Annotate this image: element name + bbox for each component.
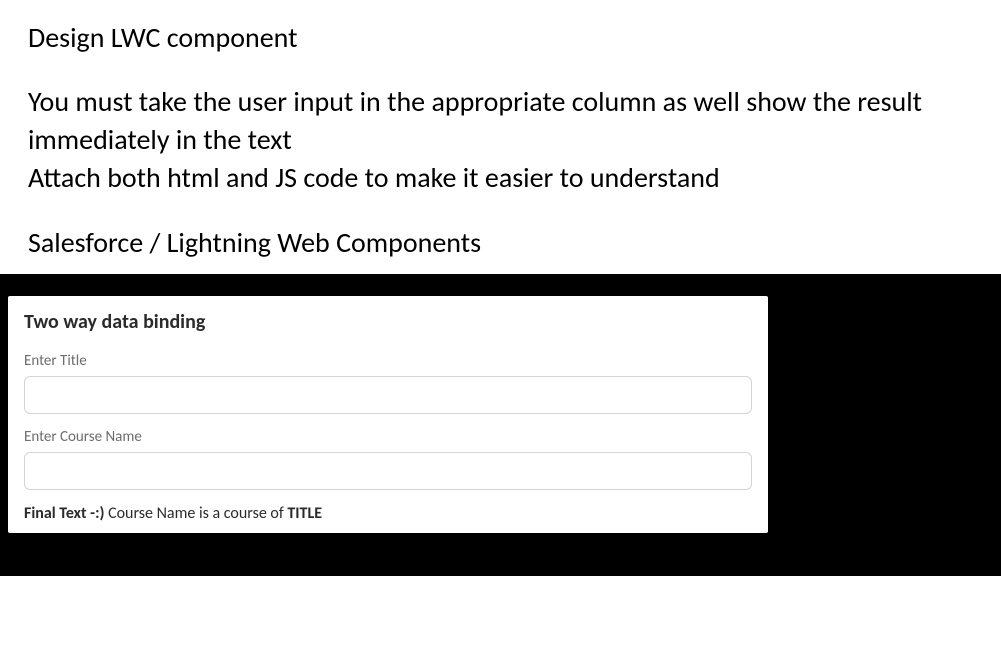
final-text-mid: Course Name is a course of — [104, 504, 287, 523]
final-text-line: Final Text -:) Course Name is a course o… — [24, 504, 752, 523]
final-text-lead: Final Text -:) — [24, 504, 104, 523]
course-field-label: Enter Course Name — [24, 428, 752, 446]
course-field-group: Enter Course Name — [24, 428, 752, 490]
lwc-card: Two way data binding Enter Title Enter C… — [8, 296, 768, 533]
course-name-input[interactable] — [24, 452, 752, 490]
doc-paragraph-2: Attach both html and JS code to make it … — [28, 159, 973, 197]
spacer — [28, 196, 973, 224]
screenshot-frame: Two way data binding Enter Title Enter C… — [0, 274, 1001, 576]
doc-category: Salesforce / Lightning Web Components — [28, 224, 973, 262]
document-section: Design LWC component You must take the u… — [0, 0, 1001, 274]
final-text-title-value: TITLE — [287, 504, 322, 523]
doc-heading: Design LWC component — [28, 20, 973, 55]
title-field-label: Enter Title — [24, 352, 752, 370]
doc-paragraph-1: You must take the user input in the appr… — [28, 83, 973, 159]
title-input[interactable] — [24, 376, 752, 414]
card-title: Two way data binding — [24, 310, 752, 334]
title-field-group: Enter Title — [24, 352, 752, 414]
